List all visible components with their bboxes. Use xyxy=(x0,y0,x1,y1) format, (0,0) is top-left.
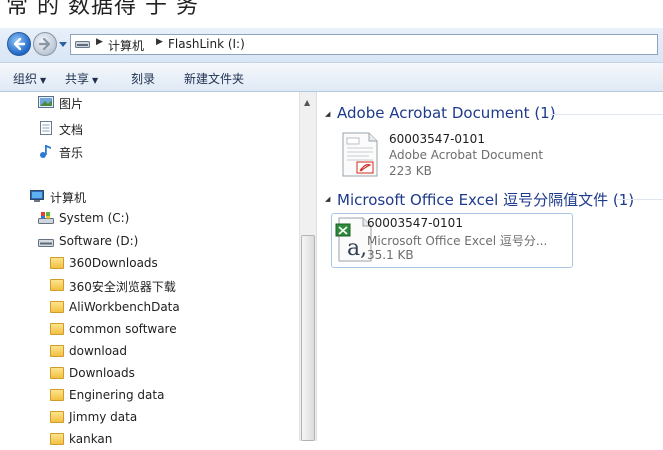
music-icon xyxy=(40,145,51,158)
folder-icon xyxy=(50,323,64,335)
folder-icon xyxy=(50,389,64,401)
chevron-down-icon: ▼ xyxy=(40,76,47,85)
command-bar: 组织 ▼ 共享 ▼ 刻录 新建文件夹 xyxy=(0,63,663,92)
pictures-icon xyxy=(38,96,54,108)
file-name: 60003547-0101 xyxy=(367,216,463,230)
breadcrumb-flashlink[interactable]: FlashLink (I:) xyxy=(168,37,245,51)
folder-icon xyxy=(50,411,64,423)
nav-pane-scrollbar[interactable]: ▲ xyxy=(299,92,316,441)
file-item-pdf[interactable]: 60003547-0101 Adobe Acrobat Document 223… xyxy=(339,132,579,180)
file-name: 60003547-0101 xyxy=(389,132,485,146)
folder-label: 360Downloads xyxy=(69,256,158,270)
scroll-thumb[interactable] xyxy=(301,235,315,441)
nav-item-label: Software (D:) xyxy=(59,234,139,248)
forward-arrow-icon xyxy=(38,37,51,51)
folder-label: Enginering data xyxy=(69,388,165,402)
folder-label: 360安全浏览器下载 xyxy=(69,280,176,294)
drive-icon xyxy=(75,41,90,48)
drive-icon xyxy=(38,239,54,247)
folder-label: kankan xyxy=(69,432,113,446)
organize-label: 组织 xyxy=(13,72,38,86)
organize-menu-button[interactable]: 组织 ▼ xyxy=(13,70,46,87)
address-bar-area: ▶ 计算机 ▶ FlashLink (I:) xyxy=(0,28,663,63)
background-text-strip: 常 的 数据得 于 务 xyxy=(0,0,663,28)
group-title: Adobe Acrobat Document (1) xyxy=(337,104,556,122)
group-divider xyxy=(617,199,663,200)
folder-label: Jimmy data xyxy=(69,410,138,424)
group-title: Microsoft Office Excel 逗号分隔值文件 (1) xyxy=(337,191,635,209)
breadcrumb-separator-icon[interactable]: ▶ xyxy=(96,37,103,47)
file-list-pane: ◢ Adobe Acrobat Document (1) 60003547-01… xyxy=(317,92,663,441)
back-arrow-icon xyxy=(13,37,26,51)
collapse-triangle-icon[interactable]: ◢ xyxy=(325,195,330,203)
documents-icon xyxy=(40,121,52,135)
file-type: Microsoft Office Excel 逗号分... xyxy=(367,234,548,248)
share-menu-button[interactable]: 共享 ▼ xyxy=(65,70,98,87)
file-size: 223 KB xyxy=(389,164,432,178)
system-drive-icon xyxy=(38,212,54,224)
file-item-csv-selection[interactable]: a, 60003547-0101 Microsoft Office Excel … xyxy=(331,213,573,268)
share-label: 共享 xyxy=(65,72,90,86)
collapse-triangle-icon[interactable]: ◢ xyxy=(325,110,330,118)
back-button[interactable] xyxy=(7,32,31,56)
background-text: 常 的 数据得 于 务 xyxy=(6,0,199,19)
file-size: 35.1 KB xyxy=(367,248,414,262)
folder-icon xyxy=(50,433,64,445)
svg-text:a,: a, xyxy=(347,236,367,261)
nav-item-label: 音乐 xyxy=(59,146,84,160)
nav-item-label: 图片 xyxy=(59,97,84,111)
scroll-up-arrow-icon[interactable]: ▲ xyxy=(304,98,310,107)
file-type: Adobe Acrobat Document xyxy=(389,148,544,162)
nav-item-label: System (C:) xyxy=(59,211,130,225)
group-divider xyxy=(551,114,663,115)
breadcrumb-separator-icon[interactable]: ▶ xyxy=(156,37,163,47)
folder-icon xyxy=(50,257,64,269)
nav-item-label: 计算机 xyxy=(50,191,87,205)
burn-button[interactable]: 刻录 xyxy=(131,70,155,87)
folder-label: Downloads xyxy=(69,366,135,380)
folder-label: download xyxy=(69,344,128,358)
new-folder-button[interactable]: 新建文件夹 xyxy=(184,70,244,87)
computer-icon xyxy=(30,190,44,202)
pdf-file-icon xyxy=(342,132,378,177)
folder-icon xyxy=(50,279,64,291)
nav-item-label: 文档 xyxy=(59,123,84,137)
folder-label: AliWorkbenchData xyxy=(69,300,180,314)
address-box[interactable]: ▶ 计算机 ▶ FlashLink (I:) xyxy=(70,34,658,55)
forward-button[interactable] xyxy=(33,32,57,56)
chevron-down-icon: ▼ xyxy=(92,76,99,85)
folder-icon xyxy=(50,301,64,313)
breadcrumb-computer[interactable]: 计算机 xyxy=(108,37,144,54)
recent-pages-dropdown-icon[interactable] xyxy=(59,40,67,48)
navigation-pane: 图片 文档 音乐 计算机 System (C:) Software (D:) 3… xyxy=(0,92,317,446)
folder-icon xyxy=(50,345,64,357)
folder-icon xyxy=(50,367,64,379)
folder-label: common software xyxy=(69,322,177,336)
